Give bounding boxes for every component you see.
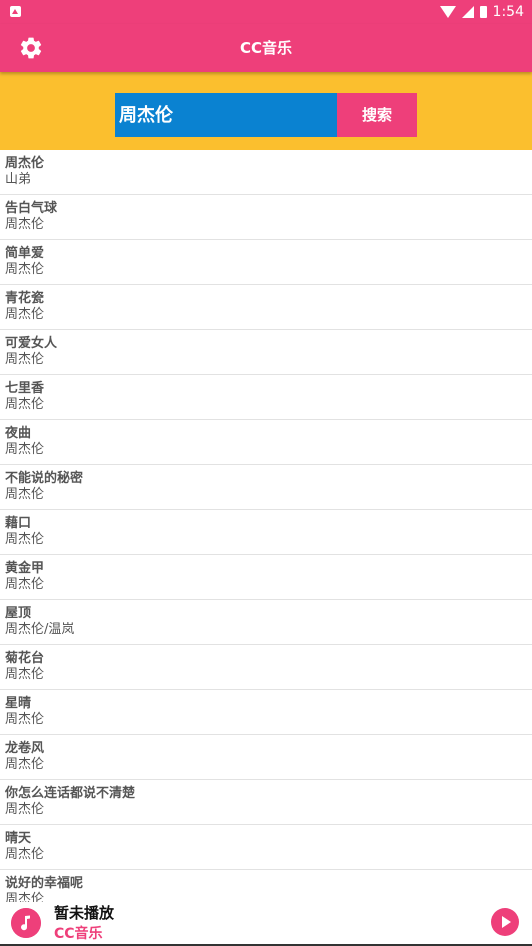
search-input[interactable] [115,93,337,137]
song-item[interactable]: 简单爱 周杰伦 [0,240,532,285]
app-title: CC音乐 [239,39,293,57]
song-item[interactable]: 七里香 周杰伦 [0,375,532,420]
notification-icon [10,6,21,17]
wifi-icon [439,6,456,18]
song-name: 说好的幸福呢 [5,876,84,891]
song-name: 简单爱 [5,246,45,261]
song-artist: 周杰伦 [5,892,45,902]
song-item[interactable]: 晴天 周杰伦 [0,825,532,870]
song-item[interactable]: 告白气球 周杰伦 [0,195,532,240]
song-artist: 周杰伦 [5,352,45,367]
search-button[interactable]: 搜索 [337,93,417,137]
song-artist: 周杰伦 [5,487,45,502]
song-name: 七里香 [5,381,45,396]
song-item[interactable]: 说好的幸福呢 周杰伦 [0,870,532,902]
status-time: 1:54 [492,4,524,20]
battery-icon [479,6,487,18]
player-title: 暂未播放 [54,904,115,922]
song-list: 周杰伦 山弟 告白气球 周杰伦 简单爱 周杰伦 青花瓷 周杰伦 可爱女人 周杰伦 七里香周… [0,150,532,902]
song-item[interactable]: 不能说的秘密 周杰伦 [0,465,532,510]
song-artist: 周杰伦/温岚 [5,622,75,637]
song-name: 周杰伦 [5,156,45,171]
song-name: 告白气球 [5,201,58,216]
search-bar: 搜索 [0,72,532,150]
song-name: 青花瓷 [5,291,45,306]
song-name: 黄金甲 [5,561,45,576]
song-artist: 周杰伦 [5,397,45,412]
song-artist: 周杰伦 [5,667,45,682]
song-name: 夜曲 [5,426,32,441]
mini-player[interactable]: 暂未播放 CC音乐 [0,902,532,946]
song-name: 不能说的秘密 [5,471,84,486]
song-item[interactable]: 周杰伦 山弟 [0,150,532,195]
app-bar: CC音乐 [0,24,532,72]
song-name: 藉口 [5,516,32,531]
signal-icon [461,6,474,18]
song-artist: 周杰伦 [5,802,45,817]
song-item[interactable]: 屋顶 周杰伦/温岚 [0,600,532,645]
song-artist: 周杰伦 [5,442,45,457]
song-name: 你怎么连话都说不清楚 [5,786,136,801]
player-subtitle: CC音乐 [54,926,103,942]
song-item[interactable]: 龙卷风 周杰伦 [0,735,532,780]
song-name: 屋顶 [5,606,32,621]
song-item[interactable]: 可爱女人 周杰伦 [0,330,532,375]
song-item[interactable]: 菊花台 周杰伦 [0,645,532,690]
song-item[interactable]: 藉口 周杰伦 [0,510,532,555]
play-icon[interactable] [491,908,519,936]
song-item[interactable]: 夜曲 周杰伦 [0,420,532,465]
song-name: 菊花台 [5,651,45,666]
song-artist: 周杰伦 [5,847,45,862]
song-item[interactable]: 黄金甲 周杰伦 [0,555,532,600]
song-item[interactable]: 青花瓷 周杰伦 [0,285,532,330]
song-name: 可爱女人 [5,336,58,351]
song-name: 晴天 [5,831,32,846]
song-artist: 山弟 [5,172,32,187]
song-item[interactable]: 你怎么连话都说不清楚 周杰伦 [0,780,532,825]
song-artist: 周杰伦 [5,757,45,772]
song-name: 星晴 [5,696,32,711]
song-artist: 周杰伦 [5,577,45,592]
status-bar: 1:54 [0,0,532,24]
song-artist: 周杰伦 [5,217,45,232]
song-artist: 周杰伦 [5,532,45,547]
song-artist: 周杰伦 [5,262,45,277]
song-artist: 周杰伦 [5,307,45,322]
music-note-icon [11,908,41,938]
song-artist: 周杰伦 [5,712,45,727]
song-name: 龙卷风 [5,741,45,756]
song-item[interactable]: 星晴 周杰伦 [0,690,532,735]
